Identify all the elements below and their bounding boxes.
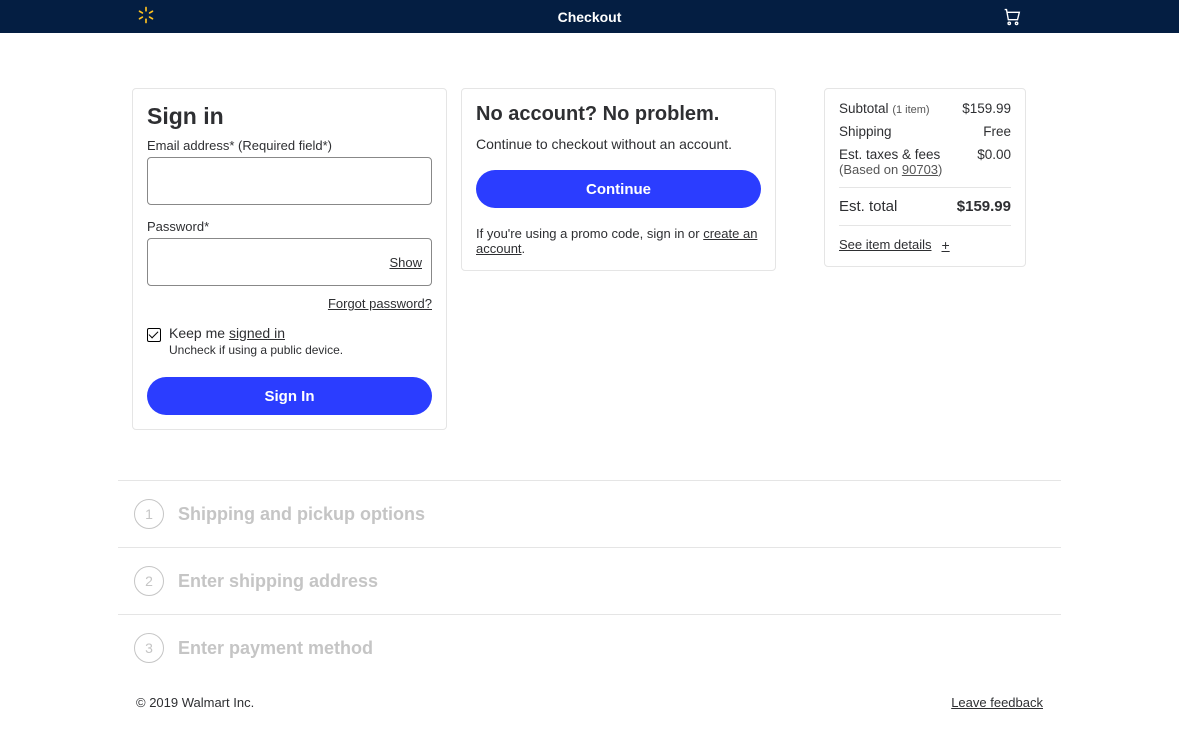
step-title: Enter payment method [178,638,373,659]
shipping-label: Shipping [839,124,892,139]
continue-button[interactable]: Continue [476,170,761,208]
signin-panel: Sign in Email address* (Required field*)… [132,88,447,430]
step-title: Enter shipping address [178,571,378,592]
guest-panel: No account? No problem. Continue to chec… [461,88,776,271]
divider [839,225,1011,226]
total-label: Est. total [839,198,897,215]
step-number: 3 [134,633,164,663]
step-number: 2 [134,566,164,596]
footer: © 2019 Walmart Inc. Leave feedback [0,681,1179,740]
show-password-button[interactable]: Show [389,255,422,270]
keep-signed-in-sub: Uncheck if using a public device. [169,343,343,357]
see-item-details-link[interactable]: See item details + [839,237,950,253]
tax-label: Est. taxes & fees [839,147,940,162]
zip-link[interactable]: 90703 [902,162,938,177]
subtotal-value: $159.99 [962,101,1011,116]
keep-signed-in-label: Keep me signed in [169,325,343,341]
keep-signed-in-checkbox[interactable] [147,328,161,342]
forgot-password-link[interactable]: Forgot password? [147,296,432,311]
signed-in-tooltip-link[interactable]: signed in [229,325,285,341]
leave-feedback-link[interactable]: Leave feedback [951,695,1043,710]
step-number: 1 [134,499,164,529]
order-summary-panel: Subtotal (1 item) $159.99 Shipping Free … [824,88,1026,267]
shipping-value: Free [983,124,1011,139]
subtotal-label: Subtotal (1 item) [839,101,930,116]
divider [839,187,1011,188]
header: Checkout [0,0,1179,33]
step-shipping-address: 2 Enter shipping address [118,548,1061,615]
plus-icon: + [942,237,950,253]
signin-heading: Sign in [147,103,432,130]
tax-value: $0.00 [977,147,1011,162]
checkout-steps: 1 Shipping and pickup options 2 Enter sh… [118,480,1061,681]
promo-text: If you're using a promo code, sign in or… [476,226,761,256]
page-title: Checkout [558,9,622,25]
email-label: Email address* (Required field*) [147,138,432,153]
total-value: $159.99 [957,198,1011,215]
email-field[interactable] [147,157,432,205]
guest-subtext: Continue to checkout without an account. [476,136,761,152]
tax-note: (Based on 90703) [839,162,942,177]
cart-icon[interactable] [1001,5,1023,32]
walmart-logo-icon[interactable] [136,5,156,30]
copyright: © 2019 Walmart Inc. [136,695,254,710]
guest-heading: No account? No problem. [476,103,761,126]
step-title: Shipping and pickup options [178,504,425,525]
step-payment-method: 3 Enter payment method [118,615,1061,681]
signin-button[interactable]: Sign In [147,377,432,415]
password-label: Password* [147,219,432,234]
step-shipping-options: 1 Shipping and pickup options [118,481,1061,548]
